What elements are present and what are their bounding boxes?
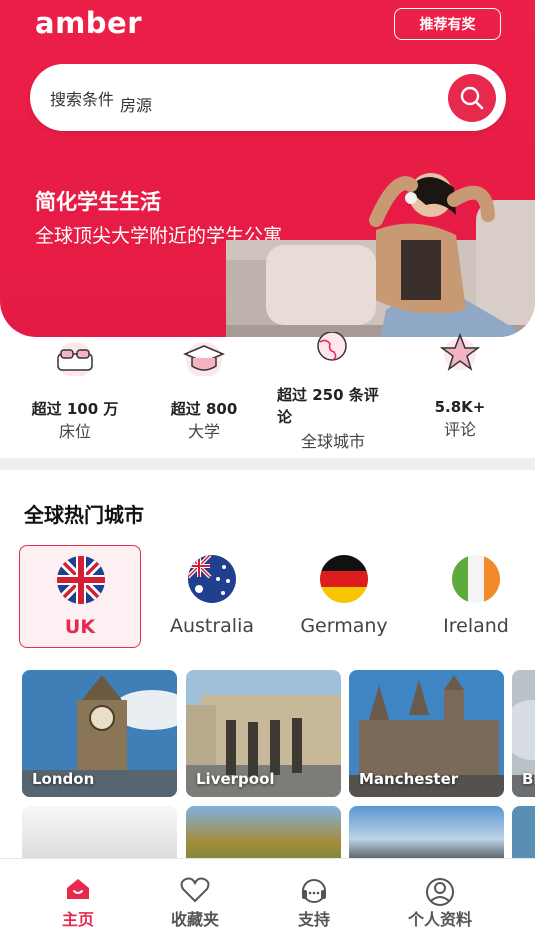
stat-label: 全球城市 [300, 432, 365, 451]
ireland-flag-icon [452, 555, 500, 603]
country-tab-australia[interactable]: Australia [151, 545, 273, 648]
nav-favorites[interactable]: 收藏夹 [145, 859, 245, 951]
section-divider [0, 458, 535, 470]
city-card-liverpool[interactable]: Liverpool [186, 670, 341, 797]
country-tab-ireland[interactable]: Ireland [415, 545, 535, 648]
country-name: Germany [300, 615, 388, 637]
stat-ratings: 5.8K+ 评论 [410, 332, 510, 442]
hero-student-image [226, 173, 535, 337]
heart-icon [180, 877, 210, 903]
stat-value: 超过 800 [170, 400, 238, 418]
australia-flag-icon [188, 555, 236, 603]
search-bar[interactable]: 搜索条件 [30, 64, 506, 131]
nav-support[interactable]: 支持 [264, 859, 364, 951]
globe-icon [317, 332, 347, 361]
search-icon [460, 86, 484, 110]
stat-label: 评论 [443, 420, 476, 439]
stat-value: 超过 100 万 [31, 400, 119, 418]
city-card[interactable] [22, 806, 177, 866]
graduation-cap-icon [183, 342, 225, 376]
city-image [22, 806, 177, 866]
nav-profile[interactable]: 个人资料 [390, 859, 490, 951]
country-tab-germany[interactable]: Germany [283, 545, 405, 648]
hero-title: 简化学生生活 [35, 190, 161, 214]
city-image [186, 806, 341, 866]
city-card[interactable] [186, 806, 341, 866]
search-label: 搜索条件 [50, 90, 115, 109]
city-card-london[interactable]: London [22, 670, 177, 797]
city-card-bi[interactable]: Bi [512, 670, 535, 797]
uk-flag-icon [57, 556, 105, 604]
stat-beds: 超过 100 万 床位 [20, 340, 130, 444]
city-image [512, 806, 535, 866]
germany-flag-icon [320, 555, 368, 603]
city-card[interactable] [512, 806, 535, 866]
stat-universities: 超过 800 大学 [150, 340, 258, 444]
stat-value: 5.8K+ [434, 398, 486, 416]
city-name: London [32, 770, 95, 788]
hero-banner: amber 推荐有奖 搜索条件 简化学生生活 全球顶尖大学附近的学生公寓 [0, 0, 535, 337]
section-title: 全球热门城市 [24, 503, 144, 527]
star-icon [439, 332, 481, 371]
nav-label: 收藏夹 [170, 910, 219, 929]
nav-home[interactable]: 主页 [28, 859, 128, 951]
nav-label: 支持 [297, 910, 330, 929]
stat-label: 大学 [187, 422, 220, 441]
nav-label: 主页 [61, 910, 94, 929]
stat-value: 超过 250 条评论 [277, 386, 379, 426]
country-tab-uk[interactable]: UK [19, 545, 141, 648]
refer-reward-button[interactable]: 推荐有奖 [394, 8, 501, 40]
city-name: Manchester [359, 770, 459, 788]
nav-label: 个人资料 [407, 910, 472, 929]
search-button[interactable] [448, 74, 496, 122]
home-icon [67, 879, 89, 899]
bottom-navigation: 主页 收藏夹 支持 个人资料 [0, 858, 535, 951]
country-name: Ireland [443, 615, 509, 637]
search-input[interactable] [120, 94, 420, 113]
country-name: Australia [169, 615, 255, 637]
bed-icon [57, 342, 93, 376]
city-name: Bi [522, 770, 535, 788]
headset-icon [302, 879, 326, 903]
city-name: Liverpool [196, 770, 275, 788]
city-image [349, 806, 504, 866]
country-name: UK [64, 616, 96, 638]
user-icon [426, 878, 454, 906]
city-card-manchester[interactable]: Manchester [349, 670, 504, 797]
stat-reviews-cities: 超过 250 条评论 全球城市 [277, 332, 389, 454]
amber-logo[interactable]: amber [35, 6, 142, 40]
city-card[interactable] [349, 806, 504, 866]
stat-label: 床位 [58, 422, 91, 441]
